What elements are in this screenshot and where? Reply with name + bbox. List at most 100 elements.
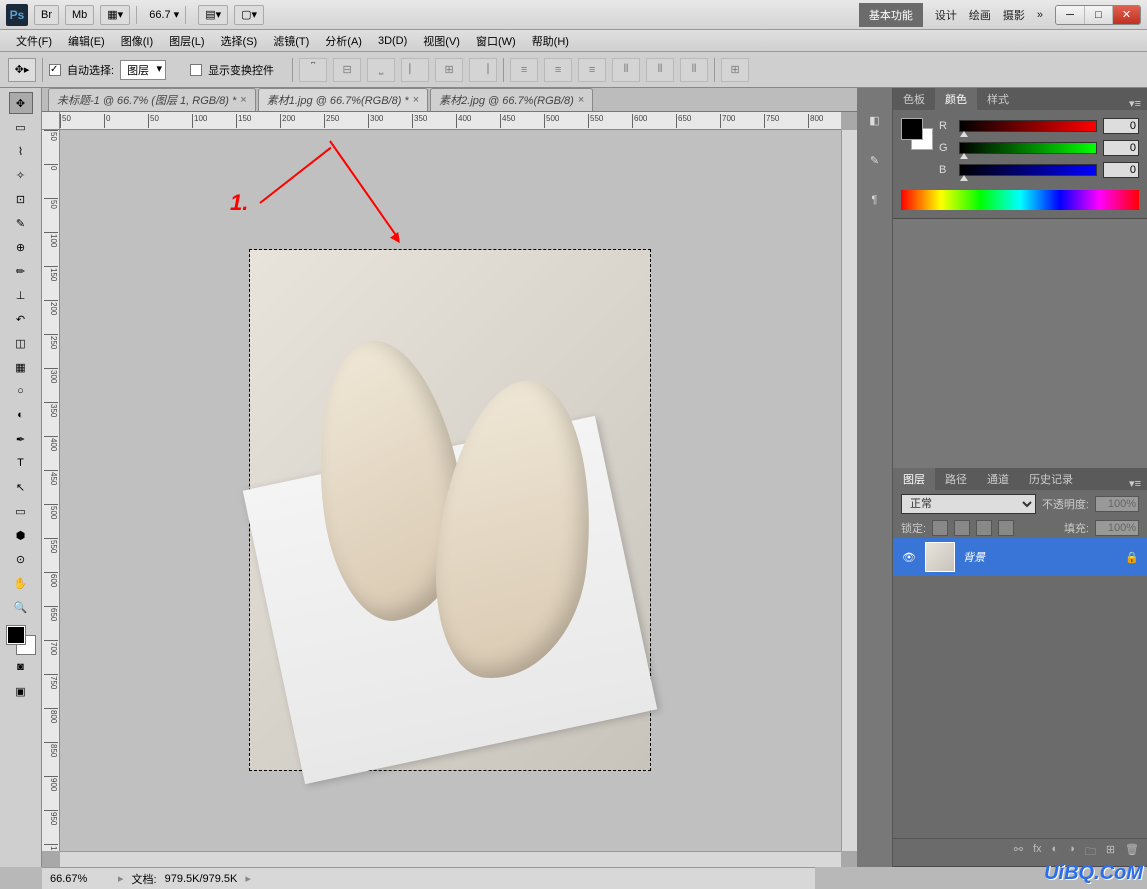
- quick-mask-tool[interactable]: ◙: [9, 656, 33, 678]
- path-selection-tool[interactable]: ↖: [9, 476, 33, 498]
- layer-row-background[interactable]: 👁 背景 🔒: [893, 538, 1147, 576]
- b-input[interactable]: [1103, 162, 1139, 178]
- color-swatches[interactable]: [7, 626, 35, 654]
- align-left-icon[interactable]: ⎸: [401, 58, 429, 82]
- lock-transparency-icon[interactable]: [932, 520, 948, 536]
- screen-mode-tool[interactable]: ▣: [9, 680, 33, 702]
- close-tab-icon[interactable]: ×: [413, 94, 419, 106]
- menu-analysis[interactable]: 分析(A): [317, 33, 370, 49]
- menu-view[interactable]: 视图(V): [415, 33, 468, 49]
- panel-menu-icon[interactable]: ▾≡: [1123, 97, 1147, 110]
- paths-tab[interactable]: 路径: [935, 468, 977, 490]
- close-button[interactable]: ✕: [1112, 6, 1140, 24]
- eyedropper-tool[interactable]: ✎: [9, 212, 33, 234]
- visibility-eye-icon[interactable]: 👁: [901, 549, 917, 565]
- blend-mode-dropdown[interactable]: 正常: [901, 494, 1036, 514]
- hand-tool[interactable]: ✋: [9, 572, 33, 594]
- marquee-tool[interactable]: ▭: [9, 116, 33, 138]
- zoom-value[interactable]: 66.7: [149, 9, 170, 21]
- menu-window[interactable]: 窗口(W): [468, 33, 524, 49]
- distribute-top-icon[interactable]: ≡: [510, 58, 538, 82]
- new-group-icon[interactable]: 🗀: [1085, 843, 1096, 862]
- distribute-vcenter-icon[interactable]: ≡: [544, 58, 572, 82]
- close-tab-icon[interactable]: ×: [240, 94, 246, 106]
- minibridge-button[interactable]: Mb: [65, 5, 94, 25]
- lock-all-icon[interactable]: [998, 520, 1014, 536]
- layers-tab[interactable]: 图层: [893, 468, 935, 490]
- foreground-color-swatch[interactable]: [7, 626, 25, 644]
- new-layer-icon[interactable]: ⊞: [1106, 843, 1115, 862]
- vertical-ruler[interactable]: 5005010015020025030035040045050055060065…: [42, 130, 60, 851]
- status-zoom[interactable]: 66.67%: [50, 873, 110, 885]
- layer-mask-icon[interactable]: ◐: [1052, 843, 1059, 862]
- workspace-painting-link[interactable]: 绘画: [969, 7, 991, 23]
- crop-tool[interactable]: ⊡: [9, 188, 33, 210]
- eraser-tool[interactable]: ◫: [9, 332, 33, 354]
- clone-stamp-tool[interactable]: ⊥: [9, 284, 33, 306]
- align-hcenter-icon[interactable]: ⊞: [435, 58, 463, 82]
- workspace-design-link[interactable]: 设计: [935, 7, 957, 23]
- g-input[interactable]: [1103, 140, 1139, 156]
- menu-file[interactable]: 文件(F): [8, 33, 60, 49]
- document-tab-1[interactable]: 素材1.jpg @ 66.7%(RGB/8) *×: [258, 88, 428, 111]
- auto-select-dropdown[interactable]: 图层: [120, 60, 166, 80]
- panel-color-swatches[interactable]: [901, 118, 933, 150]
- ruler-origin[interactable]: [42, 112, 60, 130]
- opacity-input[interactable]: [1095, 496, 1139, 512]
- channels-tab[interactable]: 通道: [977, 468, 1019, 490]
- g-slider[interactable]: [959, 142, 1097, 154]
- menu-select[interactable]: 选择(S): [213, 33, 266, 49]
- move-tool-preset-icon[interactable]: ✥▸: [8, 58, 36, 82]
- delete-layer-icon[interactable]: 🗑: [1125, 843, 1139, 862]
- r-input[interactable]: [1103, 118, 1139, 134]
- workspace-photography-link[interactable]: 摄影: [1003, 7, 1025, 23]
- blur-tool[interactable]: ○: [9, 380, 33, 402]
- workspace-essentials-button[interactable]: 基本功能: [859, 3, 923, 27]
- b-slider[interactable]: [959, 164, 1097, 176]
- menu-edit[interactable]: 编辑(E): [60, 33, 113, 49]
- distribute-right-icon[interactable]: ⦀: [680, 58, 708, 82]
- lock-pixels-icon[interactable]: [954, 520, 970, 536]
- arrange-button[interactable]: ▤▾: [198, 5, 228, 25]
- character-icon[interactable]: ¶: [863, 188, 887, 212]
- move-tool[interactable]: ✥: [9, 92, 33, 114]
- layer-fx-icon[interactable]: fx: [1033, 843, 1042, 862]
- distribute-hcenter-icon[interactable]: ⦀: [646, 58, 674, 82]
- color-spectrum[interactable]: [901, 190, 1139, 210]
- workspace-more-button[interactable]: »: [1037, 9, 1043, 21]
- horizontal-scrollbar[interactable]: [60, 851, 841, 867]
- history-tab[interactable]: 历史记录: [1019, 468, 1083, 490]
- adjustment-layer-icon[interactable]: ◑: [1068, 843, 1075, 862]
- magic-wand-tool[interactable]: ✧: [9, 164, 33, 186]
- document-image[interactable]: [250, 250, 650, 770]
- distribute-bottom-icon[interactable]: ≡: [578, 58, 606, 82]
- menu-image[interactable]: 图像(I): [113, 33, 161, 49]
- document-tab-0[interactable]: 未标题-1 @ 66.7% (图层 1, RGB/8) *×: [48, 88, 256, 111]
- gradient-tool[interactable]: ▦: [9, 356, 33, 378]
- swatches-tab[interactable]: 色板: [893, 88, 935, 110]
- styles-tab[interactable]: 样式: [977, 88, 1019, 110]
- brushes-icon[interactable]: ✎: [863, 148, 887, 172]
- distribute-left-icon[interactable]: ⦀: [612, 58, 640, 82]
- lock-position-icon[interactable]: [976, 520, 992, 536]
- panel-menu-icon[interactable]: ▾≡: [1123, 477, 1147, 490]
- panel-fg-swatch[interactable]: [901, 118, 923, 140]
- auto-select-checkbox[interactable]: [49, 64, 61, 76]
- menu-layer[interactable]: 图层(L): [161, 33, 212, 49]
- 3d-camera-tool[interactable]: ⊙: [9, 548, 33, 570]
- document-tab-2[interactable]: 素材2.jpg @ 66.7%(RGB/8)×: [430, 88, 593, 111]
- align-right-icon[interactable]: ⎹: [469, 58, 497, 82]
- shape-tool[interactable]: ▭: [9, 500, 33, 522]
- close-tab-icon[interactable]: ×: [578, 94, 584, 106]
- align-top-icon[interactable]: ⎴: [299, 58, 327, 82]
- align-bottom-icon[interactable]: ⎵: [367, 58, 395, 82]
- align-vcenter-icon[interactable]: ⊟: [333, 58, 361, 82]
- dodge-tool[interactable]: ◐: [9, 404, 33, 426]
- healing-brush-tool[interactable]: ⊕: [9, 236, 33, 258]
- vertical-scrollbar[interactable]: [841, 130, 857, 851]
- show-transform-checkbox[interactable]: [190, 64, 202, 76]
- screenmode2-button[interactable]: ▢▾: [234, 5, 264, 25]
- fill-input[interactable]: [1095, 520, 1139, 536]
- auto-align-icon[interactable]: ⊞: [721, 58, 749, 82]
- link-layers-icon[interactable]: ⚯: [1014, 843, 1023, 862]
